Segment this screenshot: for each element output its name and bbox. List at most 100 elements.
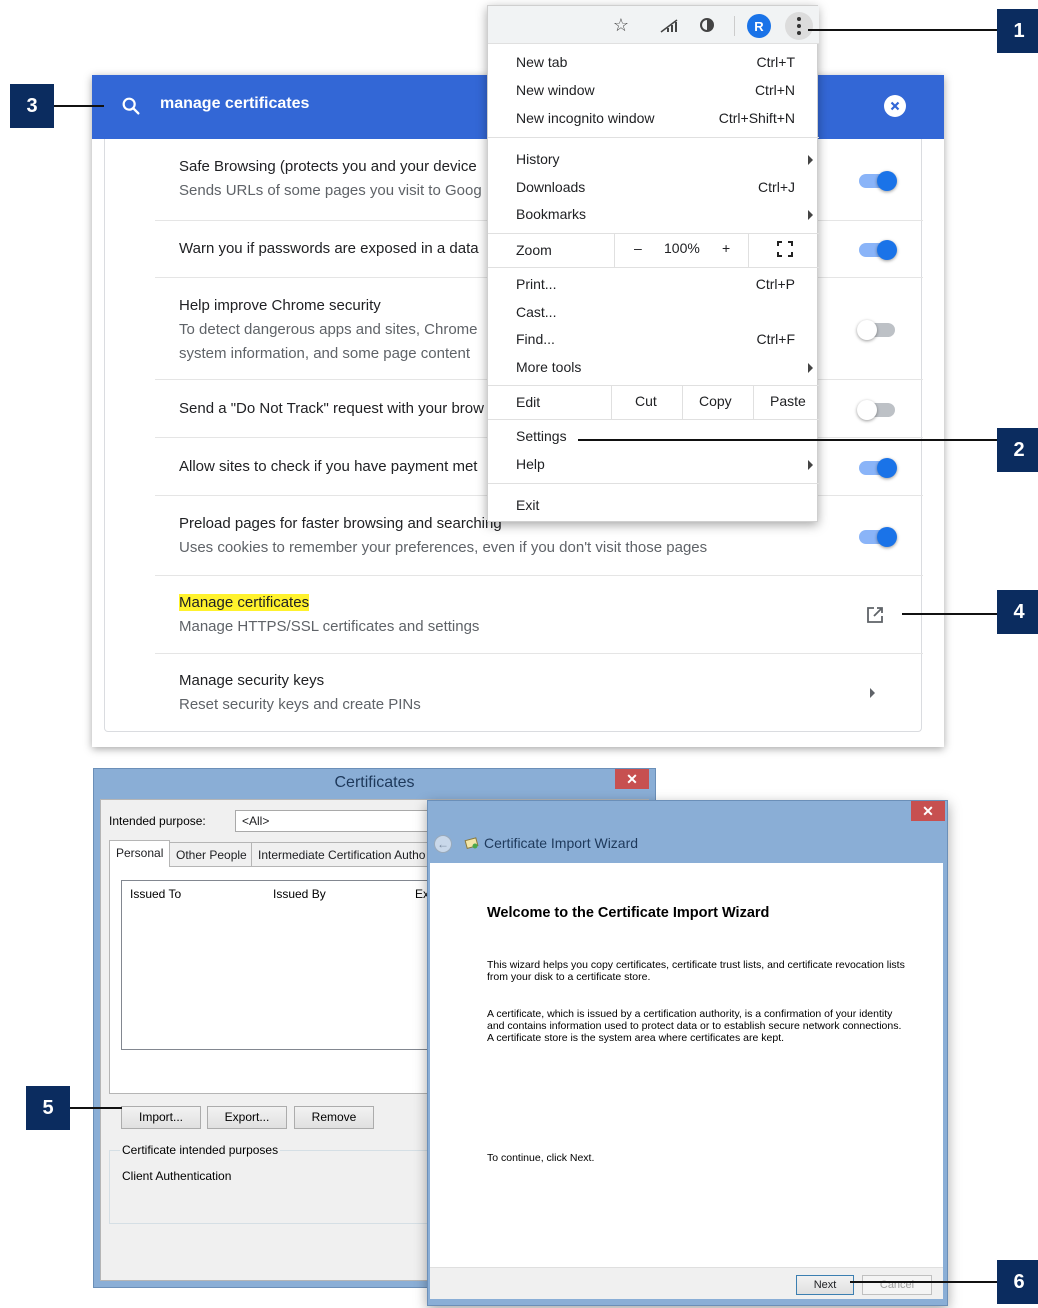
wizard-intro-text: This wizard helps you copy certificates,…: [487, 959, 905, 983]
menu-item-history[interactable]: History: [516, 151, 560, 167]
intended-purposes-label: Certificate intended purposes: [120, 1143, 281, 1157]
paste-button[interactable]: Paste: [770, 393, 806, 409]
menu-item-more-tools[interactable]: More tools: [516, 359, 581, 375]
wizard-footer: Next Cancel: [430, 1267, 943, 1299]
connection-signal-icon[interactable]: [658, 14, 680, 36]
password-warning-toggle[interactable]: [859, 240, 897, 260]
setting-manage-certificates[interactable]: Manage certificates Manage HTTPS/SSL cer…: [155, 575, 923, 653]
chevron-right-icon[interactable]: [870, 688, 875, 698]
toolbar-divider: [734, 16, 735, 36]
import-button[interactable]: Import...: [121, 1106, 201, 1129]
edit-divider: [682, 385, 683, 419]
setting-title: Manage certificates: [179, 594, 310, 611]
star-icon[interactable]: ☆: [610, 14, 632, 36]
menu-item-find[interactable]: Find...: [516, 331, 555, 347]
next-button[interactable]: Next: [796, 1275, 854, 1295]
menu-item-new-window[interactable]: New window: [516, 82, 595, 98]
callout-leader-1: [808, 29, 998, 31]
menu-separator: [488, 419, 819, 420]
callout-5: 5: [26, 1086, 70, 1130]
menu-separator: [488, 233, 819, 234]
cut-button[interactable]: Cut: [635, 393, 657, 409]
menu-item-zoom: Zoom: [516, 242, 552, 258]
profile-avatar[interactable]: R: [747, 14, 771, 38]
intended-purpose-label: Intended purpose:: [109, 814, 206, 828]
setting-title: Warn you if passwords are exposed in a d…: [179, 240, 479, 257]
remove-button[interactable]: Remove: [294, 1106, 374, 1129]
tab-personal[interactable]: Personal: [109, 840, 171, 867]
back-arrow-icon[interactable]: ←: [434, 835, 452, 853]
menu-item-print[interactable]: Print...: [516, 276, 556, 292]
menu-item-downloads[interactable]: Downloads: [516, 179, 585, 195]
close-button[interactable]: ✕: [615, 769, 649, 789]
callout-leader-2: [578, 439, 998, 441]
column-issued-to[interactable]: Issued To: [130, 887, 181, 901]
setting-title: Preload pages for faster browsing and se…: [179, 515, 502, 532]
tab-other-people[interactable]: Other People: [169, 842, 254, 866]
shortcut-downloads: Ctrl+J: [758, 179, 795, 195]
shortcut-new-tab: Ctrl+T: [756, 54, 796, 70]
cancel-button[interactable]: Cancel: [862, 1275, 932, 1295]
setting-subtitle-2: system information, and some page conten…: [179, 345, 470, 362]
certificate-icon: [464, 837, 479, 850]
zoom-out-button[interactable]: –: [634, 240, 642, 256]
export-button[interactable]: Export...: [207, 1106, 287, 1129]
menu-separator: [488, 483, 819, 484]
setting-subtitle: Sends URLs of some pages you visit to Go…: [179, 182, 482, 199]
menu-item-new-incognito[interactable]: New incognito window: [516, 110, 655, 126]
certificate-import-wizard: ✕ ← Certificate Import Wizard Welcome to…: [427, 800, 948, 1306]
menu-item-settings[interactable]: Settings: [516, 428, 567, 444]
zoom-in-button[interactable]: +: [722, 240, 730, 256]
setting-subtitle: Uses cookies to remember your preference…: [179, 539, 708, 556]
setting-subtitle: Manage HTTPS/SSL certificates and settin…: [179, 618, 480, 635]
do-not-track-toggle[interactable]: [857, 400, 895, 420]
clear-search-button[interactable]: [884, 95, 906, 117]
safe-browsing-toggle[interactable]: [859, 171, 897, 191]
edit-divider: [753, 385, 754, 419]
close-button[interactable]: ✕: [911, 801, 945, 821]
zoom-divider: [748, 233, 749, 267]
menu-item-new-tab[interactable]: New tab: [516, 54, 567, 70]
column-issued-by[interactable]: Issued By: [273, 887, 326, 901]
wizard-header: ← Certificate Import Wizard: [428, 823, 947, 863]
menu-item-cast[interactable]: Cast...: [516, 304, 556, 320]
search-input[interactable]: manage certificates: [160, 95, 309, 113]
fullscreen-icon[interactable]: [777, 241, 793, 257]
menu-separator: [488, 137, 819, 138]
more-options-icon[interactable]: [785, 12, 813, 40]
menu-item-exit[interactable]: Exit: [516, 497, 539, 513]
callout-3: 3: [10, 84, 54, 128]
submenu-arrow-icon: [808, 210, 813, 220]
menu-item-help[interactable]: Help: [516, 456, 545, 472]
setting-title: Help improve Chrome security: [179, 297, 381, 314]
wizard-continue-text: To continue, click Next.: [487, 1152, 595, 1164]
open-in-new-icon[interactable]: [865, 605, 885, 625]
copy-button[interactable]: Copy: [699, 393, 732, 409]
callout-leader-4: [902, 613, 998, 615]
setting-manage-security-keys[interactable]: Manage security keys Reset security keys…: [155, 653, 923, 731]
setting-title: Manage security keys: [179, 672, 325, 689]
menu-item-edit: Edit: [516, 394, 541, 410]
extension-icon[interactable]: [696, 14, 718, 36]
menu-separator: [488, 267, 819, 268]
search-icon: [122, 97, 140, 115]
wizard-body: Welcome to the Certificate Import Wizard…: [430, 863, 943, 1267]
submenu-arrow-icon: [808, 155, 813, 165]
help-improve-toggle[interactable]: [857, 320, 895, 340]
setting-title: Safe Browsing (protects you and your dev…: [179, 158, 477, 175]
callout-6: 6: [997, 1260, 1038, 1304]
shortcut-print: Ctrl+P: [755, 276, 795, 292]
browser-toolbar: ☆ R: [488, 6, 819, 44]
shortcut-new-incognito: Ctrl+Shift+N: [718, 110, 795, 126]
preload-pages-toggle[interactable]: [859, 527, 897, 547]
setting-title: Allow sites to check if you have payment…: [179, 458, 478, 475]
edit-divider: [611, 385, 612, 419]
callout-leader-5: [70, 1107, 122, 1109]
payment-methods-toggle[interactable]: [859, 458, 897, 478]
zoom-level: 100%: [664, 240, 700, 256]
zoom-divider: [614, 233, 615, 267]
setting-subtitle: Reset security keys and create PINs: [179, 696, 421, 713]
menu-item-bookmarks[interactable]: Bookmarks: [516, 206, 586, 222]
submenu-arrow-icon: [808, 363, 813, 373]
shortcut-new-window: Ctrl+N: [754, 82, 795, 98]
